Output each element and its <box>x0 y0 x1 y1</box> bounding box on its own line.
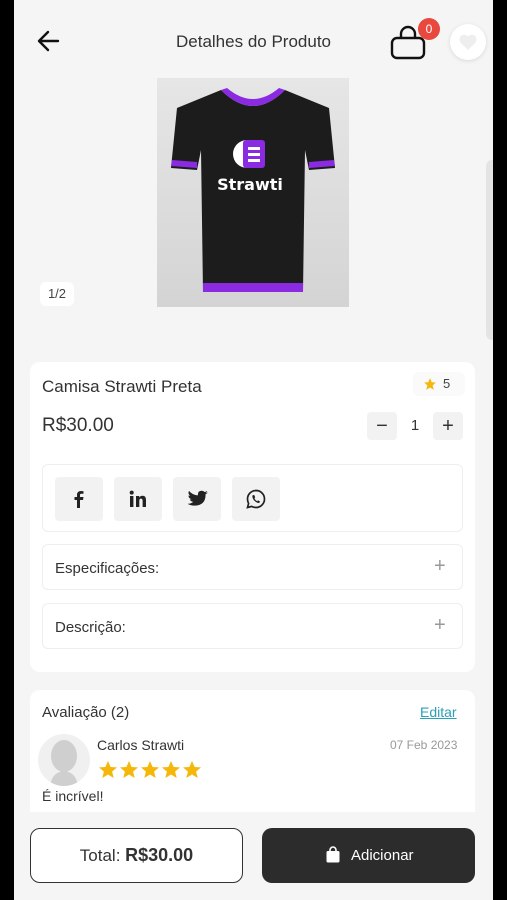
edit-review-link[interactable]: Editar <box>420 704 457 720</box>
linkedin-icon <box>129 490 146 507</box>
product-name: Camisa Strawti Preta <box>42 377 202 396</box>
share-buttons <box>42 464 463 532</box>
plus-icon: + <box>434 555 446 577</box>
product-image[interactable]: Strawti <box>157 78 349 307</box>
add-button-label: Adicionar <box>351 847 414 864</box>
bottom-bar: Total: R$30.00 Adicionar <box>14 812 493 900</box>
bag-icon <box>326 846 340 863</box>
cart-count-badge: 0 <box>418 18 440 40</box>
increase-quantity-button[interactable]: + <box>433 412 463 440</box>
specifications-accordion[interactable]: Especificações: + <box>42 544 463 590</box>
shirt-logo-text: Strawti <box>217 175 283 194</box>
twitter-icon <box>187 490 208 506</box>
avatar <box>38 734 90 786</box>
rating-badge: 5 <box>413 372 465 396</box>
review-date: 07 Feb 2023 <box>390 738 458 752</box>
total-value: R$30.00 <box>125 845 194 865</box>
share-twitter-button[interactable] <box>173 477 221 521</box>
favorite-button[interactable] <box>450 24 486 60</box>
product-info-card: Camisa Strawti Preta 5 R$30.00 − 1 + Esp… <box>30 362 475 672</box>
total-box: Total: R$30.00 <box>30 828 243 883</box>
scroll-indicator <box>486 160 493 340</box>
reviews-card: Avaliação (2) Editar Carlos Strawti 07 F… <box>30 690 475 830</box>
reviews-title: Avaliação (2) <box>42 704 130 721</box>
description-label: Descrição: <box>55 619 126 636</box>
star-rating-icon <box>99 761 201 778</box>
facebook-icon <box>74 491 84 508</box>
whatsapp-icon <box>246 489 266 509</box>
rating-value: 5 <box>443 376 451 391</box>
heart-icon <box>459 34 477 50</box>
user-placeholder-icon <box>50 740 78 786</box>
product-price: R$30.00 <box>42 415 114 436</box>
total-label: Total: <box>79 846 126 865</box>
plus-icon: + <box>434 614 446 636</box>
image-counter: 1/2 <box>40 282 74 306</box>
reviewer-name: Carlos Strawti <box>97 737 185 753</box>
description-accordion[interactable]: Descrição: + <box>42 603 463 649</box>
share-linkedin-button[interactable] <box>114 477 162 521</box>
add-to-cart-button[interactable]: Adicionar <box>262 828 475 883</box>
decrease-quantity-button[interactable]: − <box>367 412 397 440</box>
phone-screen: Detalhes do Produto 0 Strawti 1/2 Camisa… <box>14 0 493 900</box>
tshirt-image: Strawti <box>171 88 335 292</box>
share-whatsapp-button[interactable] <box>232 477 280 521</box>
specifications-label: Especificações: <box>55 560 160 577</box>
review-stars <box>98 760 202 785</box>
top-bar: Detalhes do Produto 0 <box>14 0 493 82</box>
quantity-value: 1 <box>410 417 420 434</box>
share-facebook-button[interactable] <box>55 477 103 521</box>
star-icon <box>424 378 436 390</box>
review-text: É incrível! <box>42 788 104 804</box>
